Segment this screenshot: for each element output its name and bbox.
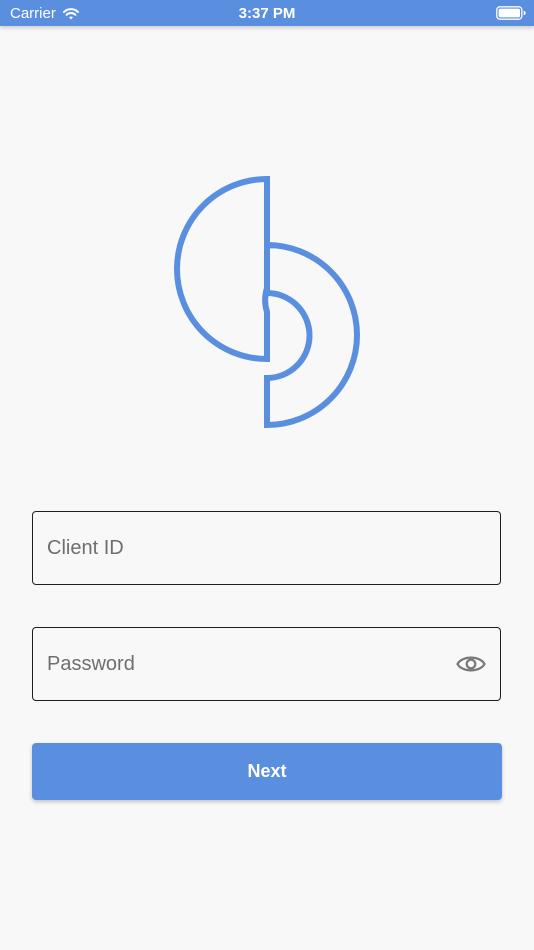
password-field[interactable] (32, 627, 501, 701)
client-id-field[interactable] (32, 511, 501, 585)
next-button[interactable]: Next (32, 743, 502, 800)
status-time: 3:37 PM (238, 5, 296, 22)
status-bar: Carrier 3:37 PM (0, 0, 534, 26)
battery-icon (496, 6, 526, 20)
eye-icon[interactable] (456, 652, 486, 676)
password-input[interactable] (47, 628, 427, 700)
logo-icon (174, 175, 360, 429)
client-id-input[interactable] (47, 512, 427, 584)
